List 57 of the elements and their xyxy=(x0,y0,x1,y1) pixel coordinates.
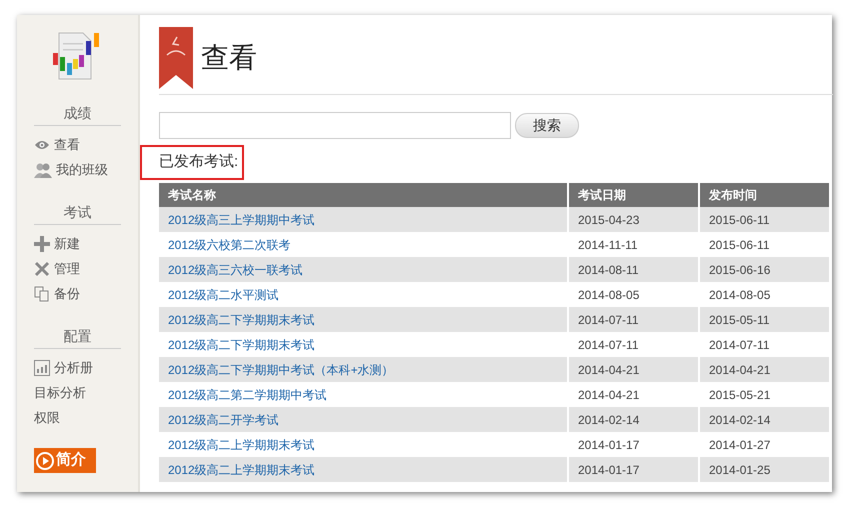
table-cell: 2014-07-11 xyxy=(578,312,638,326)
sidebar-link[interactable]: 分析册 xyxy=(34,355,121,380)
table-cell: 2015-04-23 xyxy=(578,212,640,226)
search-field[interactable] xyxy=(159,112,511,139)
page-title: 查看 xyxy=(201,40,257,74)
sidebar-link[interactable]: 我的班级 xyxy=(34,157,121,182)
table-cell: 2014-07-11 xyxy=(578,338,638,352)
exam-link[interactable]: 2012级高二开学考试 xyxy=(168,412,279,426)
section-label: 已发布考试: xyxy=(159,152,238,172)
table-cell: 2014-01-17 xyxy=(578,462,640,476)
section-title: 考试 xyxy=(34,202,121,225)
table-cell: 2014-08-05 xyxy=(709,288,770,302)
exam-link[interactable]: 2012级高三六校一联考试 xyxy=(168,262,303,276)
table-cell: 2014-01-25 xyxy=(709,462,770,476)
intro-button[interactable]: 简介 xyxy=(34,448,96,473)
section-title: 配置 xyxy=(34,326,121,349)
sidebar-link[interactable]: 新建 xyxy=(34,231,121,256)
tools-icon xyxy=(34,260,50,276)
table-cell: 2015-06-11 xyxy=(709,212,770,226)
exam-link[interactable]: 2012级高三上学期期中考试 xyxy=(168,212,315,226)
plus-icon xyxy=(34,236,50,252)
table-cell: 2015-06-16 xyxy=(709,262,770,276)
table-cell: 2014-02-14 xyxy=(709,412,770,426)
search-button[interactable]: 搜索 xyxy=(515,113,579,138)
table-cell: 2014-08-05 xyxy=(578,288,640,302)
table-cell: 2014-04-21 xyxy=(578,362,640,376)
exam-link[interactable]: 2012级高二下学期期末考试 xyxy=(168,312,315,326)
table-cell: 2014-01-17 xyxy=(578,438,640,452)
sidebar-link[interactable]: 备份 xyxy=(34,281,121,306)
copy-icon xyxy=(34,286,50,302)
table-cell: 2014-01-27 xyxy=(709,438,770,452)
sidebar-link[interactable]: 权限 xyxy=(34,405,121,430)
section-title: 成绩 xyxy=(34,103,121,126)
bookmark-icon xyxy=(159,26,193,88)
table-cell: 2014-08-11 xyxy=(578,262,638,276)
table-cell: 2015-05-21 xyxy=(709,388,770,402)
exam-link[interactable]: 2012级高二下学期期末考试 xyxy=(168,338,315,352)
table-cell: 2015-05-11 xyxy=(709,312,770,326)
chart-icon xyxy=(34,360,50,376)
table-cell: 2014-02-14 xyxy=(578,412,640,426)
sidebar-link[interactable]: 目标分析 xyxy=(34,380,121,405)
exam-link[interactable]: 2012级高二上学期期末考试 xyxy=(168,438,315,452)
play-icon xyxy=(36,452,54,470)
people-icon xyxy=(34,162,52,178)
sidebar-link[interactable]: 管理 xyxy=(34,256,121,281)
table-cell: 2014-04-21 xyxy=(709,362,770,376)
sidebar-link[interactable]: 查看 xyxy=(34,132,121,157)
exam-link[interactable]: 2012级高二下学期期中考试（本科+水测） xyxy=(168,362,394,376)
exam-link[interactable]: 2012级六校第二次联考 xyxy=(168,238,291,252)
exam-link[interactable]: 2012级高二第二学期期中考试 xyxy=(168,388,327,402)
eye-icon xyxy=(34,138,50,150)
table-cell: 2015-06-11 xyxy=(709,238,770,252)
table-cell: 2014-04-21 xyxy=(578,388,640,402)
exam-link[interactable]: 2012级高二水平测试 xyxy=(168,288,279,302)
table-cell: 2014-11-11 xyxy=(578,238,638,252)
table-cell: 2014-07-11 xyxy=(709,338,770,352)
exam-link[interactable]: 2012级高二上学期期末考试 xyxy=(168,462,315,476)
